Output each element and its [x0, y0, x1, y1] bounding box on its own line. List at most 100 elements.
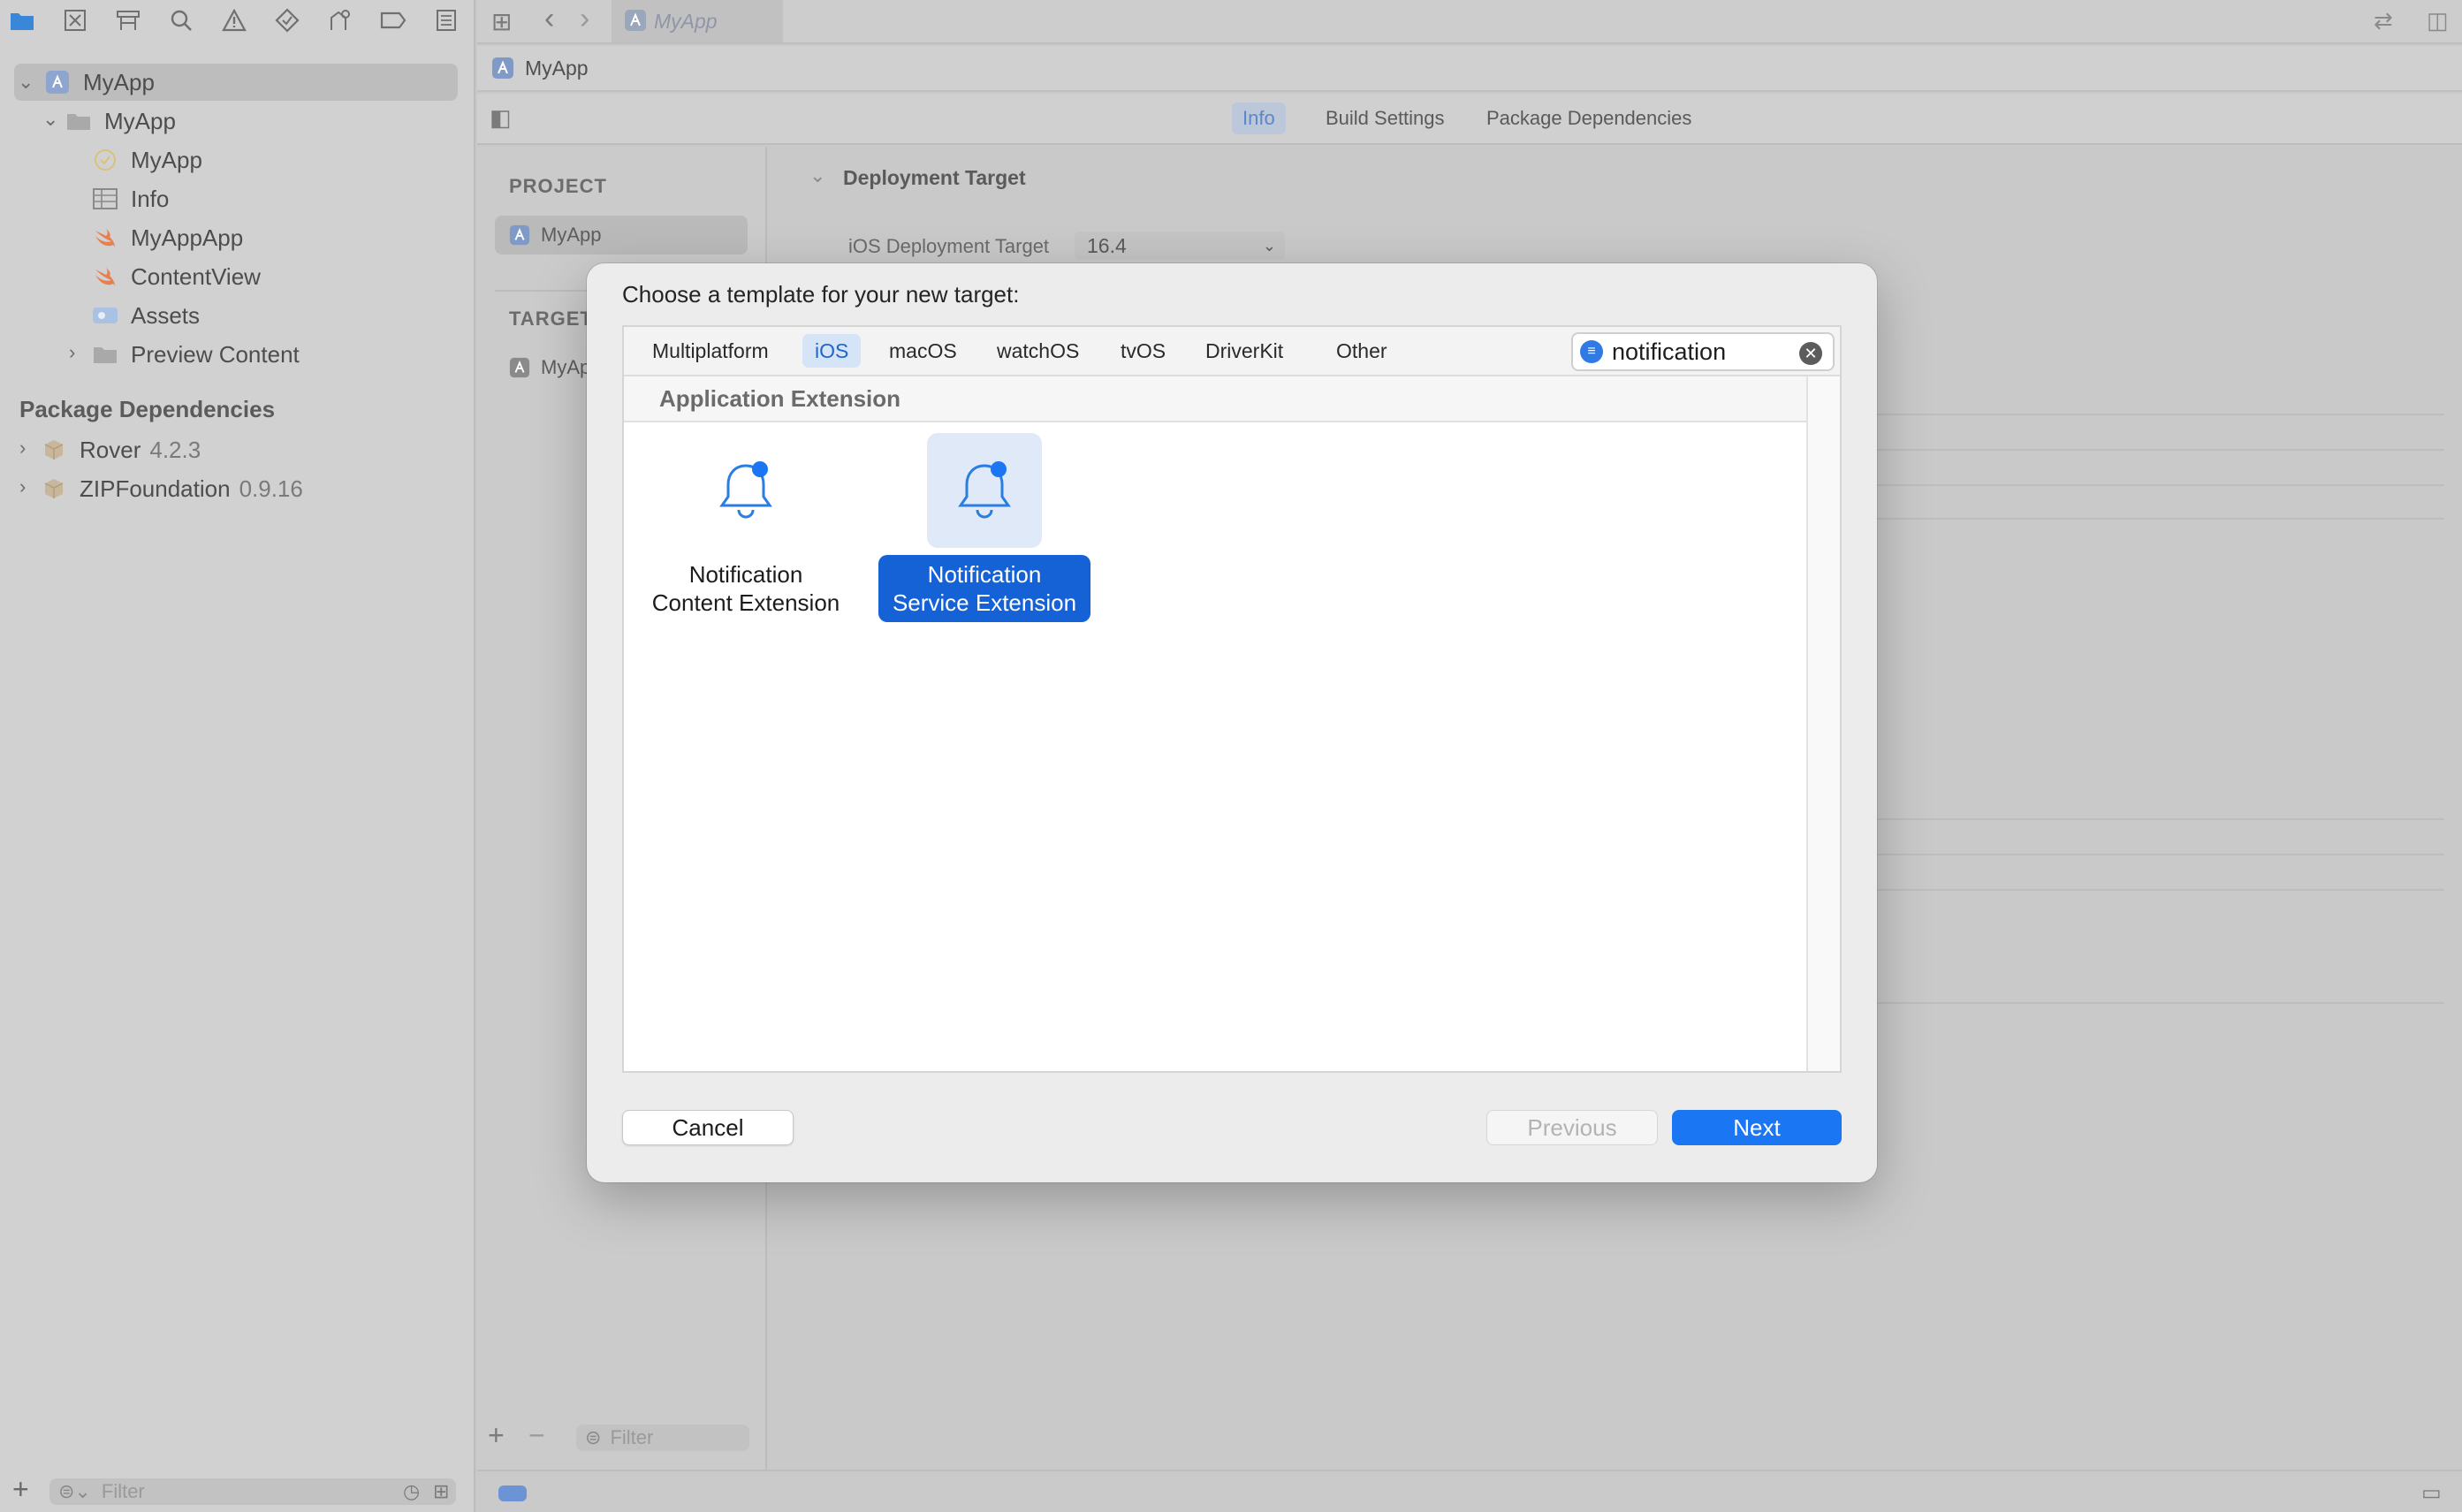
project-navigator: ⌄ MyApp ⌄ MyApp MyApp Info MyAppApp Cont… — [0, 0, 475, 1512]
chevron-down-icon[interactable]: ⌄ — [18, 71, 34, 94]
recent-files-icon[interactable]: ◷ — [403, 1480, 420, 1503]
navigator-filter-field[interactable]: ⊜⌄ Filter — [49, 1478, 456, 1505]
tab-multiplatform[interactable]: Multiplatform — [640, 334, 781, 368]
add-icon[interactable]: + — [12, 1473, 29, 1506]
scrollbar[interactable] — [1806, 376, 1840, 1071]
navigator-footer: + ⊜⌄ Filter ◷ ⊞ — [0, 1470, 475, 1512]
remove-target-icon[interactable]: − — [528, 1419, 545, 1452]
back-arrow-icon[interactable]: ‹ — [544, 2, 554, 36]
template-chooser: Multiplatform iOS macOS watchOS tvOS Dri… — [622, 325, 1842, 1073]
section-title: Deployment Target — [843, 166, 1026, 189]
new-target-dialog: Choose a template for your new target: M… — [587, 263, 1877, 1182]
debug-area-toggle-icon[interactable]: ▭ — [2421, 1480, 2442, 1506]
tree-item-group[interactable]: MyApp — [65, 103, 176, 140]
app-project-icon — [44, 69, 71, 95]
inspector-toggle-icon[interactable]: ◫ — [2427, 7, 2449, 34]
platform-tab-bar: Multiplatform iOS macOS watchOS tvOS Dri… — [624, 327, 1840, 376]
folder-icon — [92, 341, 118, 368]
tab-driverkit[interactable]: DriverKit — [1193, 334, 1296, 368]
chevron-right-icon[interactable]: › — [19, 475, 26, 498]
test-diamond-icon[interactable] — [272, 5, 302, 35]
tab-info[interactable]: Info — [1232, 103, 1286, 134]
app-entitlements-icon — [92, 147, 118, 173]
swap-arrows-icon[interactable]: ⇄ — [2374, 7, 2393, 34]
previous-button[interactable]: Previous — [1486, 1110, 1658, 1145]
tab-build-settings[interactable]: Build Settings — [1315, 103, 1455, 134]
tree-item-project[interactable]: MyApp — [44, 64, 155, 101]
report-icon[interactable] — [431, 5, 461, 35]
folder-icon[interactable] — [7, 5, 37, 35]
tree-item-preview-content[interactable]: Preview Content — [92, 336, 300, 373]
template-label: Notification Content Extension — [651, 561, 840, 616]
divider — [1873, 484, 2444, 486]
search-icon[interactable] — [166, 5, 196, 35]
package-icon — [41, 437, 67, 463]
project-item[interactable]: MyApp — [509, 216, 601, 255]
grid-icon[interactable]: ⊞ — [491, 7, 512, 36]
template-search-input[interactable]: ≡ notification ✕ — [1571, 332, 1835, 371]
tree-item-swift-file[interactable]: MyAppApp — [92, 219, 243, 256]
app-project-icon — [624, 9, 647, 37]
tab-tvos[interactable]: tvOS — [1108, 334, 1178, 368]
source-control-icon[interactable] — [60, 5, 90, 35]
status-bar: ▭ — [477, 1470, 2462, 1512]
add-target-icon[interactable]: + — [488, 1419, 505, 1452]
debug-icon[interactable] — [325, 5, 355, 35]
navigator-toolbar — [0, 0, 475, 41]
dialog-title: Choose a template for your new target: — [622, 281, 1020, 308]
tab-package-dependencies[interactable]: Package Dependencies — [1476, 103, 1702, 134]
tree-item-assets[interactable]: Assets — [92, 297, 200, 334]
chevron-down-icon: ⌄ — [1262, 236, 1276, 255]
cancel-button[interactable]: Cancel — [622, 1110, 794, 1145]
tab-watchos[interactable]: watchOS — [984, 334, 1091, 368]
package-item[interactable]: Rover 4.2.3 — [41, 431, 201, 468]
sidebar-toggle-icon[interactable]: ◧ — [490, 104, 512, 132]
target-filter-field[interactable]: ⊜ Filter — [576, 1425, 749, 1451]
divider — [1873, 414, 2444, 415]
breakpoint-icon[interactable] — [378, 5, 408, 35]
table-icon — [92, 186, 118, 212]
app-target-icon — [509, 357, 530, 378]
tree-item-info[interactable]: Info — [92, 180, 169, 217]
divider — [1873, 1002, 2444, 1004]
divider — [1873, 854, 2444, 855]
debug-area-tag-icon[interactable] — [498, 1485, 527, 1501]
bell-badge-icon — [688, 433, 803, 548]
scm-filter-icon[interactable]: ⊞ — [433, 1480, 449, 1503]
bell-badge-icon — [927, 433, 1042, 548]
project-section-header: PROJECT — [509, 175, 607, 197]
chevron-down-icon[interactable]: ⌄ — [809, 164, 825, 187]
package-item[interactable]: ZIPFoundation 0.9.16 — [41, 470, 303, 507]
chevron-down-icon[interactable]: ⌄ — [42, 108, 58, 131]
editor-file-tab[interactable]: MyApp — [612, 0, 783, 42]
editor-tab-bar: ◧ Info Build Settings Package Dependenci… — [477, 94, 2462, 145]
targets-section-header: TARGET — [509, 308, 593, 330]
tab-other[interactable]: Other — [1324, 334, 1400, 368]
deployment-target-label: iOS Deployment Target — [848, 235, 1050, 257]
next-button[interactable]: Next — [1672, 1110, 1842, 1145]
jump-bar-item[interactable]: MyApp — [525, 57, 589, 80]
forward-arrow-icon[interactable]: › — [580, 2, 589, 36]
filter-icon[interactable]: ≡ — [1580, 340, 1603, 363]
swift-file-icon — [92, 224, 118, 251]
tab-ios[interactable]: iOS — [802, 334, 862, 368]
filter-options-icon[interactable]: ⊜⌄ — [58, 1480, 91, 1503]
deployment-target-select[interactable]: 16.4 ⌄ — [1075, 232, 1285, 260]
divider — [1873, 889, 2444, 891]
target-item[interactable]: MyAp — [509, 348, 590, 387]
template-label: Notification Service Extension — [878, 555, 1091, 622]
app-project-icon — [509, 224, 530, 246]
chevron-right-icon[interactable]: › — [19, 437, 26, 460]
symbol-navigator-icon[interactable] — [113, 5, 143, 35]
chevron-right-icon[interactable]: › — [69, 341, 75, 364]
tree-item-swift-file[interactable]: ContentView — [92, 258, 261, 295]
divider — [1873, 518, 2444, 520]
template-notification-content-extension[interactable]: Notification Content Extension — [631, 433, 861, 622]
asset-catalog-icon — [92, 302, 118, 329]
warning-icon[interactable] — [219, 5, 249, 35]
tab-macos[interactable]: macOS — [877, 334, 969, 368]
clear-search-icon[interactable]: ✕ — [1799, 342, 1822, 365]
folder-icon — [65, 108, 92, 134]
template-notification-service-extension[interactable]: Notification Service Extension — [870, 433, 1099, 622]
tree-item-entitlements[interactable]: MyApp — [92, 141, 202, 179]
